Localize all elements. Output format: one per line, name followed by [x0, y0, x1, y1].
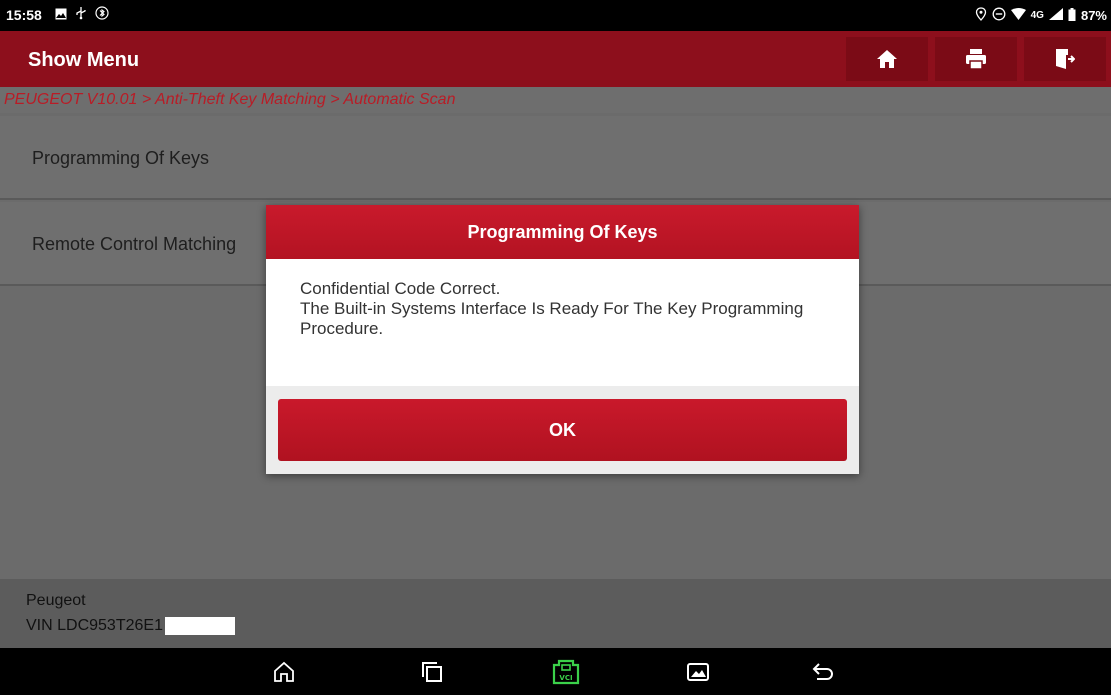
app-header: Show Menu — [0, 31, 1111, 87]
status-time: 15:58 — [6, 7, 42, 23]
bluetooth-icon — [95, 6, 109, 23]
menu-item-label: Programming Of Keys — [32, 148, 210, 168]
battery-percent: 87% — [1080, 8, 1107, 23]
ok-button[interactable]: OK — [278, 399, 847, 461]
nav-recents-button[interactable] — [418, 658, 446, 686]
vci-icon: VCI — [552, 659, 580, 685]
dialog-message-line: Confidential Code Correct. — [300, 279, 501, 298]
dialog-message-line: The Built-in Systems Interface Is Ready … — [300, 299, 804, 338]
print-icon — [966, 49, 986, 70]
navigation-bar: VCI — [0, 648, 1111, 695]
nav-home-button[interactable] — [270, 658, 298, 686]
status-right-icons: 4G 87% — [975, 7, 1107, 24]
exit-button[interactable] — [1024, 37, 1106, 81]
programming-dialog: Programming Of Keys Confidential Code Co… — [266, 205, 859, 474]
breadcrumb: PEUGEOT V10.01 > Anti-Theft Key Matching… — [0, 87, 1111, 113]
nav-gallery-button[interactable] — [684, 658, 712, 686]
vin-text: VIN LDC953T26E1 — [26, 617, 163, 634]
vci-label: VCI — [559, 674, 572, 682]
menu-item-programming-of-keys[interactable]: Programming Of Keys — [0, 116, 1111, 200]
print-button[interactable] — [935, 37, 1017, 81]
dialog-title: Programming Of Keys — [266, 205, 859, 259]
dialog-message: Confidential Code Correct. The Built-in … — [300, 279, 820, 339]
battery-icon — [1068, 7, 1076, 24]
do-not-disturb-icon — [992, 7, 1006, 24]
image-icon — [55, 7, 67, 23]
home-icon — [274, 661, 294, 682]
status-bar: 15:58 4G 87% — [0, 0, 1111, 31]
vehicle-vin: VIN LDC953T26E1 — [26, 617, 235, 635]
usb-icon — [74, 6, 88, 23]
vin-redaction — [164, 617, 235, 635]
nav-vci-button[interactable]: VCI — [550, 658, 582, 686]
gallery-icon — [687, 663, 709, 681]
location-icon — [975, 7, 987, 24]
back-icon — [812, 663, 833, 680]
exit-icon — [1056, 49, 1075, 69]
network-type: 4G — [1030, 10, 1044, 21]
home-icon — [877, 50, 897, 68]
nav-back-button[interactable] — [810, 658, 838, 686]
dialog-footer: OK — [266, 386, 859, 474]
status-left-icons — [55, 6, 109, 23]
vehicle-model: Peugeot — [26, 592, 86, 609]
wifi-icon — [1010, 8, 1026, 23]
home-button[interactable] — [846, 37, 928, 81]
menu-item-label: Remote Control Matching — [32, 234, 237, 254]
page-title: Show Menu — [28, 49, 140, 71]
recents-icon — [422, 662, 442, 682]
signal-icon — [1048, 8, 1063, 23]
vehicle-info: Peugeot VIN LDC953T26E1 — [0, 579, 1111, 648]
